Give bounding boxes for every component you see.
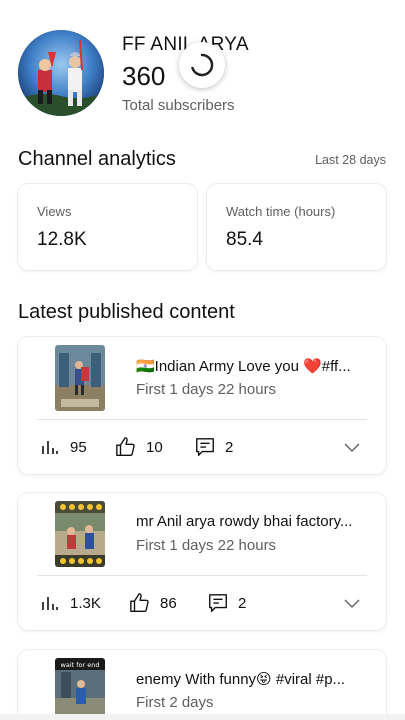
video-age: First 2 days: [136, 694, 214, 711]
comments-count: 2: [238, 594, 247, 612]
bottom-edge: [0, 714, 405, 720]
views-metric: 95: [38, 432, 87, 462]
views-metric: 1.3K: [38, 588, 101, 618]
video-thumbnail[interactable]: [55, 345, 105, 411]
watch-time-card[interactable]: Watch time (hours) 85.4: [207, 184, 386, 270]
loading-spinner-icon: [179, 42, 225, 88]
subscriber-label: Total subscribers: [122, 97, 235, 114]
comments-count: 2: [225, 438, 234, 456]
video-age: First 1 days 22 hours: [136, 537, 277, 554]
thumbs-up-icon: [128, 591, 152, 615]
divider: [37, 419, 367, 420]
comments-metric: 2: [206, 588, 246, 618]
channel-avatar[interactable]: [18, 30, 104, 116]
video-metrics: 1.3K 86 2: [18, 588, 386, 618]
video-title[interactable]: 🇮🇳Indian Army Love you ❤️#ff...: [136, 357, 372, 375]
comment-icon: [193, 435, 217, 459]
channel-header: FF ANIL ARYA 360 Total subscribers: [0, 0, 405, 130]
likes-metric: 86: [128, 588, 177, 618]
views-count: 1.3K: [70, 594, 101, 612]
latest-content-title: Latest published content: [18, 301, 235, 323]
thumbnail-caption: wait for end: [61, 661, 100, 669]
bar-chart-icon: [38, 435, 62, 459]
bar-chart-icon: [38, 591, 62, 615]
views-count: 95: [70, 438, 87, 456]
watch-time-value: 85.4: [226, 229, 263, 250]
thumbs-up-icon: [114, 435, 138, 459]
content-card[interactable]: wait for end enemy With funny😝 #viral #p…: [18, 650, 386, 720]
video-thumbnail[interactable]: [55, 501, 105, 567]
video-thumbnail[interactable]: wait for end: [55, 658, 105, 720]
chevron-down-icon[interactable]: [340, 591, 364, 615]
video-metrics: 95 10 2: [18, 432, 386, 462]
likes-count: 86: [160, 594, 177, 612]
views-value: 12.8K: [37, 229, 87, 250]
divider: [37, 575, 367, 576]
comments-metric: 2: [193, 432, 233, 462]
video-age: First 1 days 22 hours: [136, 381, 277, 398]
content-card[interactable]: mr Anil arya rowdy bhai factory... First…: [18, 493, 386, 630]
video-title[interactable]: mr Anil arya rowdy bhai factory...: [136, 513, 372, 530]
video-title[interactable]: enemy With funny😝 #viral #p...: [136, 670, 372, 688]
content-card[interactable]: 🇮🇳Indian Army Love you ❤️#ff... First 1 …: [18, 337, 386, 474]
watch-time-label: Watch time (hours): [226, 204, 336, 219]
likes-metric: 10: [114, 432, 163, 462]
likes-count: 10: [146, 438, 163, 456]
analytics-range: Last 28 days: [315, 153, 386, 167]
subscriber-count: 360: [122, 61, 166, 91]
analytics-title: Channel analytics: [18, 148, 176, 170]
views-card[interactable]: Views 12.8K: [18, 184, 197, 270]
comment-icon: [206, 591, 230, 615]
chevron-down-icon[interactable]: [340, 435, 364, 459]
views-label: Views: [37, 204, 72, 219]
